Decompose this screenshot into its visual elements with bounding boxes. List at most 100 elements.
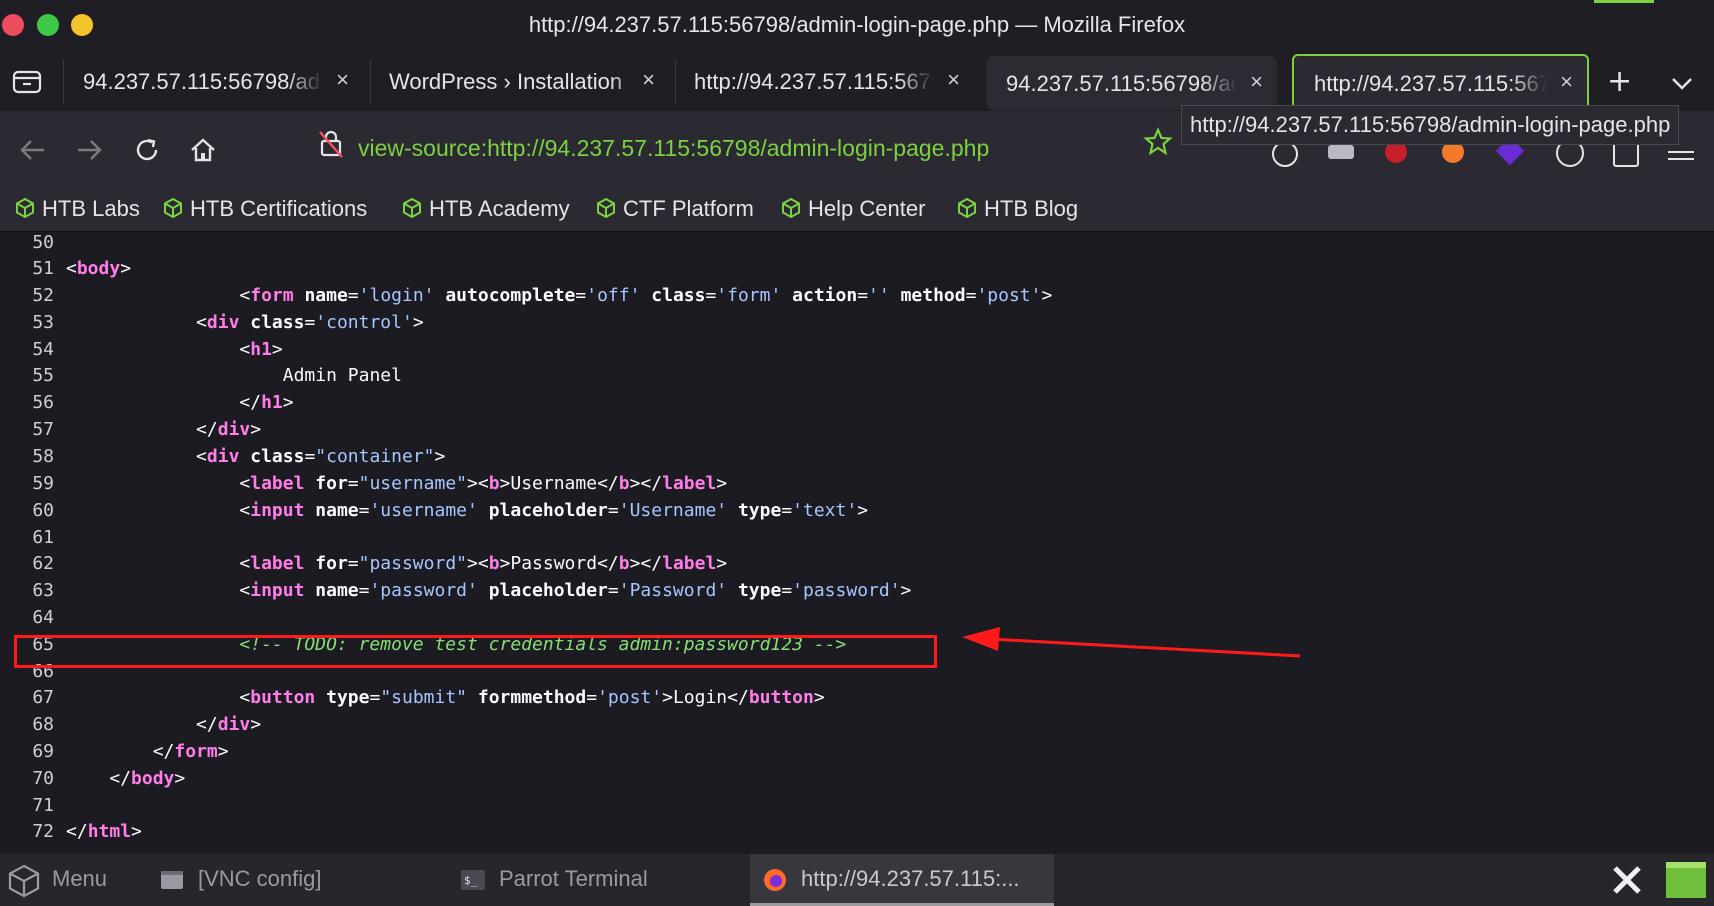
taskbar-vnc-config[interactable]: [VNC config] [198, 866, 322, 892]
bookmark-label: HTB Labs [42, 196, 140, 221]
tab-label: WordPress › Installation [389, 69, 623, 94]
close-tab-icon[interactable]: × [947, 67, 960, 93]
source-line: 53 <div class='control'> [0, 309, 423, 336]
terminal-icon: $_ [461, 870, 485, 890]
source-line: 51 <body> [0, 255, 131, 282]
line-number: 72 [32, 821, 54, 842]
bookmark-htb-academy[interactable]: HTB Academy [401, 196, 570, 222]
bookmark-htb-blog[interactable]: HTB Blog [956, 196, 1078, 222]
source-line: 67 <button type="submit" formmethod='pos… [0, 684, 824, 711]
line-number: 57 [32, 419, 54, 440]
source-line: 54 <h1> [0, 336, 282, 363]
line-number: 63 [32, 580, 54, 601]
source-line: 70 </body> [0, 765, 185, 792]
url-tooltip: http://94.237.57.115:56798/admin-login-p… [1181, 105, 1680, 145]
source-line: 68 </div> [0, 711, 261, 738]
red-arrow-annotation [962, 627, 1301, 658]
close-x-icon[interactable] [1609, 862, 1645, 898]
tab-site-root[interactable]: http://94.237.57.115:56798/ × [674, 54, 974, 110]
taskbar-firefox[interactable]: http://94.237.57.115:... [801, 866, 1020, 892]
insecure-lock-icon[interactable] [318, 128, 344, 160]
bookmark-star-icon[interactable] [1143, 127, 1173, 157]
window-titlebar: http://94.237.57.115:56798/admin-login-p… [0, 0, 1714, 54]
view-source-content: 50 51 <body> 52 <form name='login' autoco… [0, 232, 1714, 854]
bookmark-ctf-platform[interactable]: CTF Platform [595, 196, 754, 222]
home-icon[interactable] [188, 135, 218, 165]
firefox-view-icon[interactable] [12, 68, 42, 96]
line-number: 50 [32, 232, 54, 253]
top-decoration [1594, 0, 1654, 3]
menu-cube-icon[interactable] [6, 863, 42, 899]
tab-label: 94.237.57.115:56798/admin-login-page.php [83, 69, 323, 94]
tab-admin-login-1[interactable]: 94.237.57.115:56798/admin-login-page.php… [63, 54, 363, 110]
highlight-box-annotation [14, 635, 937, 668]
taskbar-menu[interactable]: Menu [52, 866, 107, 892]
source-line: 63 <input name='password' placeholder='P… [0, 577, 911, 604]
bookmark-help-center[interactable]: Help Center [780, 196, 925, 222]
line-number: 71 [32, 795, 54, 816]
htb-cube-icon [403, 197, 421, 219]
window-title: http://94.237.57.115:56798/admin-login-p… [528, 12, 1186, 37]
source-line: 50 [0, 232, 66, 256]
menu-icon[interactable] [1668, 151, 1694, 153]
line-number: 60 [32, 500, 54, 521]
bookmark-label: HTB Blog [984, 196, 1079, 221]
source-line: 69 </form> [0, 738, 228, 765]
htb-cube-icon [597, 197, 615, 219]
line-number: 56 [32, 392, 54, 413]
tab-label: http://94.237.57.115:56798/admin-login-p… [1314, 71, 1547, 96]
line-number: 62 [32, 553, 54, 574]
line-number: 69 [32, 741, 54, 762]
bookmark-label: HTB Certifications [190, 196, 368, 221]
source-line: 55 Admin Panel [0, 362, 402, 389]
bookmark-htb-certifications[interactable]: HTB Certifications [162, 196, 367, 222]
line-number: 61 [32, 527, 54, 548]
htb-cube-icon [164, 197, 182, 219]
reload-icon[interactable] [132, 135, 162, 165]
source-line: 58 <div class="container"> [0, 443, 445, 470]
line-number: 58 [32, 446, 54, 467]
workspace-indicator[interactable] [1666, 862, 1706, 898]
bookmark-label: HTB Academy [429, 196, 570, 221]
tab-admin-login-active[interactable]: http://94.237.57.115:56798/admin-login-p… [1292, 54, 1589, 110]
window-icon [161, 871, 183, 889]
source-line: 59 <label for="username"><b>Username</b>… [0, 470, 727, 497]
tab-admin-login-2[interactable]: 94.237.57.115:56798/admin-login-page.php… [986, 56, 1277, 110]
line-number: 54 [32, 339, 54, 360]
taskbar-parrot-terminal[interactable]: Parrot Terminal [499, 866, 648, 892]
close-tab-icon[interactable]: × [642, 67, 655, 93]
close-tab-icon[interactable]: × [1250, 69, 1263, 95]
close-tab-icon[interactable]: × [336, 67, 349, 93]
source-line: 72 </html> [0, 818, 142, 845]
forward-icon[interactable] [74, 135, 104, 165]
system-taskbar: Menu [VNC config] $_ Parrot Terminal htt… [0, 854, 1714, 906]
tab-bar: 94.237.57.115:56798/admin-login-page.php… [0, 54, 1714, 111]
tab-label: 94.237.57.115:56798/admin-login-page.php [1006, 71, 1237, 96]
htb-cube-icon [16, 197, 34, 219]
source-line: 62 <label for="password"><b>Password</b>… [0, 550, 727, 577]
line-number: 70 [32, 768, 54, 789]
line-number: 52 [32, 285, 54, 306]
bookmarks-toolbar: HTB Labs HTB Certifications HTB Academy … [0, 189, 1714, 232]
line-number: 55 [32, 365, 54, 386]
list-all-tabs-icon[interactable] [1669, 70, 1695, 100]
source-heading-text: Admin Panel [282, 365, 402, 386]
tab-label: http://94.237.57.115:56798/ [694, 69, 934, 94]
new-tab-button[interactable]: + [1607, 64, 1632, 99]
tab-wordpress-installation[interactable]: WordPress › Installation × [369, 54, 669, 110]
line-number: 53 [32, 312, 54, 333]
url-bar-input[interactable]: view-source:http://94.237.57.115:56798/a… [358, 135, 989, 162]
htb-cube-icon [782, 197, 800, 219]
line-number: 67 [32, 687, 54, 708]
back-icon[interactable] [18, 135, 48, 165]
source-line: 60 <input name='username' placeholder='U… [0, 497, 868, 524]
bookmark-htb-labs[interactable]: HTB Labs [14, 196, 140, 222]
source-line: 64 [0, 604, 66, 631]
line-number: 51 [32, 258, 54, 279]
extension-icon[interactable] [1328, 145, 1354, 159]
close-tab-icon[interactable]: × [1560, 69, 1573, 95]
bookmark-label: CTF Platform [623, 196, 754, 221]
firefox-icon [764, 869, 786, 891]
source-line: 61 [0, 524, 66, 551]
svg-text:$_: $_ [464, 874, 478, 887]
